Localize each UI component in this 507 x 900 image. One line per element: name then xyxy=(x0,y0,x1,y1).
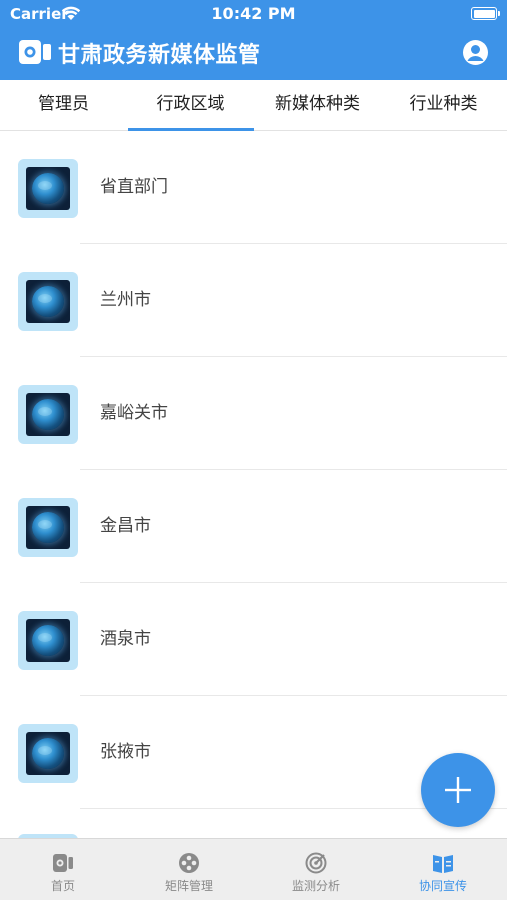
user-icon[interactable] xyxy=(462,39,489,66)
tab-region[interactable]: 行政区域 xyxy=(127,80,254,131)
globe-icon xyxy=(32,738,64,769)
tab-industry[interactable]: 行业种类 xyxy=(380,80,507,131)
bottom-tab-bar: 首页 矩阵管理 监测分析 协同宣传 xyxy=(0,838,507,900)
region-list[interactable]: 省直部门 兰州市 嘉峪关市 金昌市 酒泉市 张掖市 xyxy=(0,131,507,838)
list-item[interactable]: 兰州市 xyxy=(0,244,507,357)
globe-thumbnail xyxy=(18,611,78,670)
matrix-icon xyxy=(179,853,199,873)
globe-icon xyxy=(32,512,64,543)
list-item-label: 酒泉市 xyxy=(100,629,151,649)
list-item[interactable]: 省直部门 xyxy=(0,131,507,244)
video-camera-icon xyxy=(19,40,51,64)
status-time: 10:42 PM xyxy=(211,4,296,23)
list-item-label: 兰州市 xyxy=(100,290,151,310)
nav-bar: 甘肃政务新媒体监管 xyxy=(0,30,507,78)
bottom-tab-monitor[interactable]: 监测分析 xyxy=(253,839,379,900)
status-bar: Carrier 10:42 PM xyxy=(0,0,507,28)
plus-icon xyxy=(445,777,471,803)
list-item[interactable]: 酒泉市 xyxy=(0,583,507,696)
tab-admin[interactable]: 管理员 xyxy=(0,80,127,131)
bottom-tab-collab[interactable]: 协同宣传 xyxy=(380,839,506,900)
bottom-tab-label: 矩阵管理 xyxy=(164,879,213,893)
list-item-label: 省直部门 xyxy=(100,177,168,197)
globe-thumbnail xyxy=(18,385,78,444)
app-header: Carrier 10:42 PM 甘肃政务新媒体监管 xyxy=(0,0,507,80)
globe-thumbnail xyxy=(18,724,78,783)
globe-thumbnail xyxy=(18,159,78,218)
globe-thumbnail xyxy=(18,272,78,331)
globe-icon xyxy=(32,625,64,656)
bottom-tab-label: 监测分析 xyxy=(291,879,340,893)
home-camera-icon xyxy=(53,854,73,872)
globe-icon xyxy=(32,286,64,317)
globe-thumbnail xyxy=(18,498,78,557)
add-button[interactable] xyxy=(421,753,495,827)
app-title: 甘肃政务新媒体监管 xyxy=(58,43,261,68)
globe-icon xyxy=(32,399,64,430)
list-item[interactable]: 嘉峪关市 xyxy=(0,357,507,470)
book-icon xyxy=(433,855,453,873)
list-item-label: 金昌市 xyxy=(100,516,151,536)
bottom-tab-label: 协同宣传 xyxy=(418,879,467,893)
list-item[interactable]: 金昌市 xyxy=(0,470,507,583)
battery-icon xyxy=(471,7,500,20)
bottom-tab-home[interactable]: 首页 xyxy=(0,839,126,900)
bottom-tab-label: 首页 xyxy=(50,879,75,893)
list-item-label: 张掖市 xyxy=(100,742,151,762)
list-item-label: 嘉峪关市 xyxy=(100,403,168,423)
bottom-tab-matrix[interactable]: 矩阵管理 xyxy=(126,839,252,900)
category-tabs: 管理员 行政区域 新媒体种类 行业种类 xyxy=(0,80,507,131)
tab-media-type[interactable]: 新媒体种类 xyxy=(254,80,381,131)
globe-icon xyxy=(32,173,64,204)
radar-icon xyxy=(305,852,327,874)
